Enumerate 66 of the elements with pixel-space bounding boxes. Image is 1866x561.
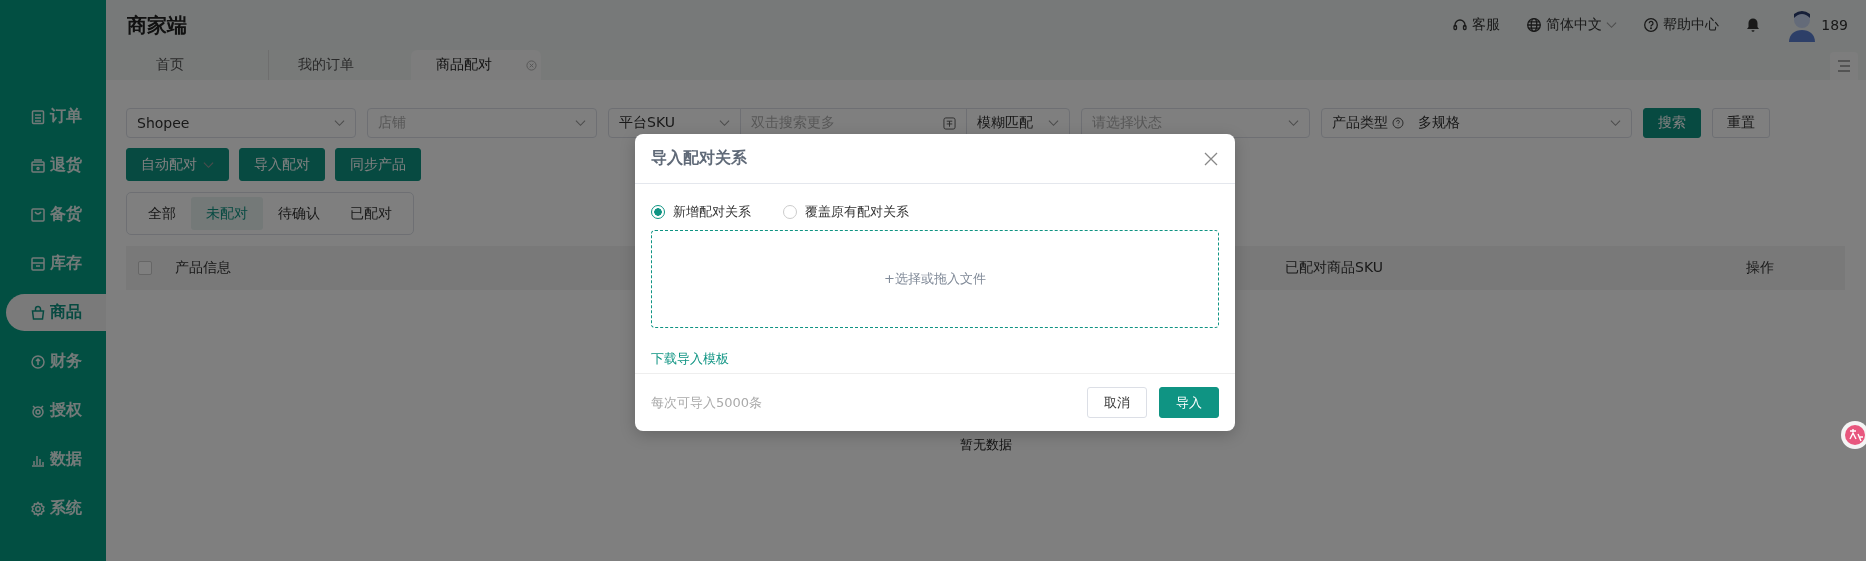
action-button[interactable]: 导入配对 [239,148,325,181]
select-field[interactable]: Shopee [126,108,356,138]
goods-icon [30,304,46,321]
action-button[interactable]: 同步产品 [335,148,421,181]
radio-option[interactable]: 新增配对关系 [651,203,751,221]
close-icon[interactable] [1203,150,1219,167]
action-button[interactable]: 自动配对 [126,148,229,181]
sidebar-item[interactable]: 财务 [6,343,106,380]
status-tab[interactable]: 全部 [133,197,191,230]
column-header: 已配对商品SKU [1284,259,1383,275]
template-link[interactable]: 下载导入模板 [651,350,729,368]
app-title: 商家端 [127,11,187,39]
sidebar-item[interactable]: 系统 [6,490,106,527]
help-icon [1392,117,1404,129]
column-header: 产品信息 [174,259,231,275]
menu-icon[interactable] [1837,60,1851,72]
sidebar-item[interactable]: 订单 [6,98,106,135]
header-link[interactable]: 帮助中心 [1643,16,1720,34]
chevron-down-icon [334,119,345,127]
search-button[interactable]: 搜索 [1643,108,1701,138]
column-header: 操作 [1745,259,1774,275]
close-icon[interactable] [526,59,537,71]
sidebar-item[interactable]: 授权 [6,392,106,429]
help-icon [1643,17,1660,33]
status-tab[interactable]: 已配对 [335,197,407,230]
globe-icon [1526,17,1543,33]
header-link[interactable]: 客服 [1452,16,1501,34]
select-all-checkbox[interactable] [138,261,152,275]
sidebar-item[interactable]: 退货 [6,147,106,184]
page-tab[interactable]: 我的订单 [269,50,411,80]
file-dropzone[interactable]: +选择或拖入文件 [651,230,1219,328]
page-tab[interactable]: 商品配对 [411,50,541,80]
radio-option[interactable]: 覆盖原有配对关系 [783,203,909,221]
import-limit-note: 每次可导入5000条 [651,393,763,412]
inventory-icon [30,255,46,272]
chevron-down-icon [1610,119,1621,127]
status-tab[interactable]: 未配对 [191,197,263,230]
return-icon [30,157,46,174]
system-icon [30,500,46,517]
dialog-title: 导入配对关系 [651,148,747,169]
chevron-down-icon [1606,21,1618,29]
sidebar-item[interactable]: 库存 [6,245,106,282]
header-link[interactable]: 简体中文 [1526,16,1618,34]
status-tab[interactable]: 待确认 [263,197,335,230]
page-tab[interactable]: 首页 [127,50,269,80]
order-icon [30,108,46,125]
translate-icon[interactable] [1840,420,1866,450]
empty-text: 暂无数据 [959,436,1012,454]
finance-icon [30,353,46,370]
sidebar-item[interactable]: 数据 [6,441,106,478]
menu-button[interactable] [1830,52,1858,80]
chevron-down-icon [203,160,214,169]
user-name: 189 [1821,17,1848,33]
headset-icon [1452,17,1469,33]
chevron-down-icon [575,119,586,127]
sidebar-item[interactable]: 备货 [6,196,106,233]
reset-button[interactable]: 重置 [1712,108,1770,138]
chevron-down-icon [1288,119,1299,127]
import-button[interactable]: 导入 [1159,387,1219,418]
bell-icon[interactable] [1745,17,1762,33]
stock-icon [30,206,46,223]
avatar-icon[interactable] [1787,8,1818,42]
auth-icon [30,402,46,419]
select-field[interactable]: 产品类型 多规格 [1321,108,1632,138]
cancel-button[interactable]: 取消 [1087,387,1147,418]
sidebar-item[interactable]: 商品 [6,294,106,331]
